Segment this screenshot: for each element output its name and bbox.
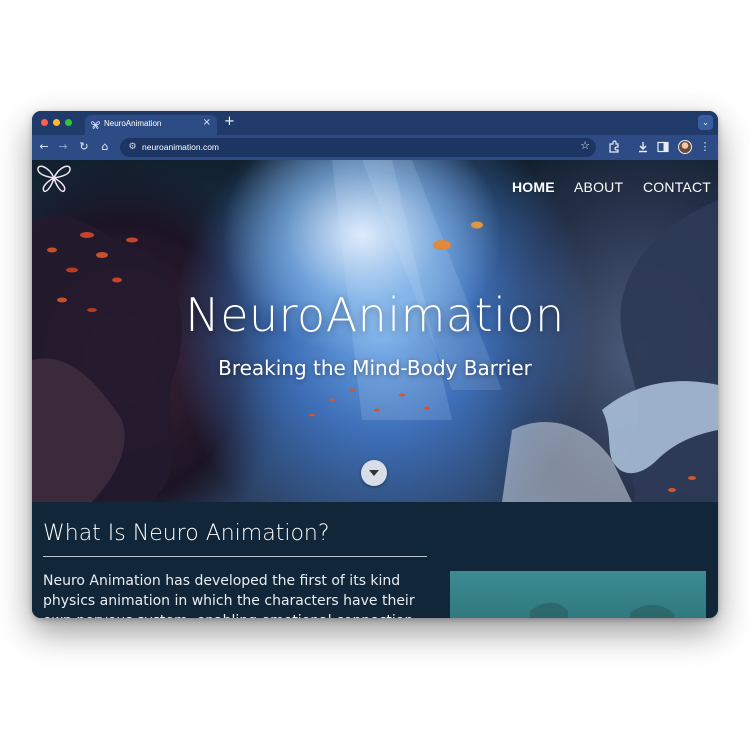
nav-about-link[interactable]: ABOUT xyxy=(574,179,623,195)
nav-home-link[interactable]: HOME xyxy=(512,179,555,195)
nav-contact-link[interactable]: CONTACT xyxy=(643,179,711,195)
tab-bar: NeuroAnimation × + ⌄ xyxy=(32,111,718,135)
profile-avatar[interactable] xyxy=(678,140,692,154)
tab-title: NeuroAnimation xyxy=(104,119,162,128)
butterfly-logo-icon[interactable] xyxy=(32,160,76,194)
butterfly-favicon-icon xyxy=(91,121,100,129)
downloads-icon[interactable] xyxy=(636,140,650,154)
side-panel-icon[interactable] xyxy=(656,140,670,154)
tab-search-chevron-icon[interactable]: ⌄ xyxy=(698,115,713,130)
hero-section: HOME ABOUT CONTACT NeuroAnimation Breaki… xyxy=(32,160,718,502)
close-icon[interactable]: × xyxy=(203,117,211,128)
section-preview-image xyxy=(450,571,706,618)
url-text[interactable]: neuroanimation.com xyxy=(142,142,219,152)
heading-divider xyxy=(43,556,427,557)
site-info-icon[interactable]: ⚙ xyxy=(125,140,140,155)
forward-icon[interactable]: → xyxy=(56,140,70,154)
browser-window: NeuroAnimation × + ⌄ ← → ↻ ⌂ ⚙ neuroanim… xyxy=(32,111,718,618)
scroll-down-button[interactable] xyxy=(361,460,387,486)
reload-icon[interactable]: ↻ xyxy=(77,140,91,154)
new-tab-button[interactable]: + xyxy=(224,114,235,130)
minimize-window-button[interactable] xyxy=(53,119,60,126)
close-window-button[interactable] xyxy=(41,119,48,126)
more-menu-icon[interactable]: ⋮ xyxy=(698,140,712,154)
browser-tab[interactable]: NeuroAnimation × xyxy=(85,115,217,135)
extensions-icon[interactable] xyxy=(607,140,621,154)
web-page: HOME ABOUT CONTACT NeuroAnimation Breaki… xyxy=(32,160,718,618)
section-heading: What Is Neuro Animation? xyxy=(43,521,330,546)
home-icon[interactable]: ⌂ xyxy=(98,140,112,154)
section-body-text: Neuro Animation has developed the first … xyxy=(43,573,415,618)
hero-subtitle: Breaking the Mind-Body Barrier xyxy=(218,356,532,380)
maximize-window-button[interactable] xyxy=(65,119,72,126)
address-bar[interactable]: ⚙ neuroanimation.com ☆ xyxy=(120,138,596,157)
bookmark-star-icon[interactable]: ☆ xyxy=(580,139,590,152)
browser-toolbar: ← → ↻ ⌂ ⚙ neuroanimation.com ☆ ⋮ xyxy=(32,135,718,160)
hero-title: NeuroAnimation xyxy=(185,288,565,342)
back-icon[interactable]: ← xyxy=(37,140,51,154)
about-section: What Is Neuro Animation? Neuro Animation… xyxy=(32,502,718,618)
